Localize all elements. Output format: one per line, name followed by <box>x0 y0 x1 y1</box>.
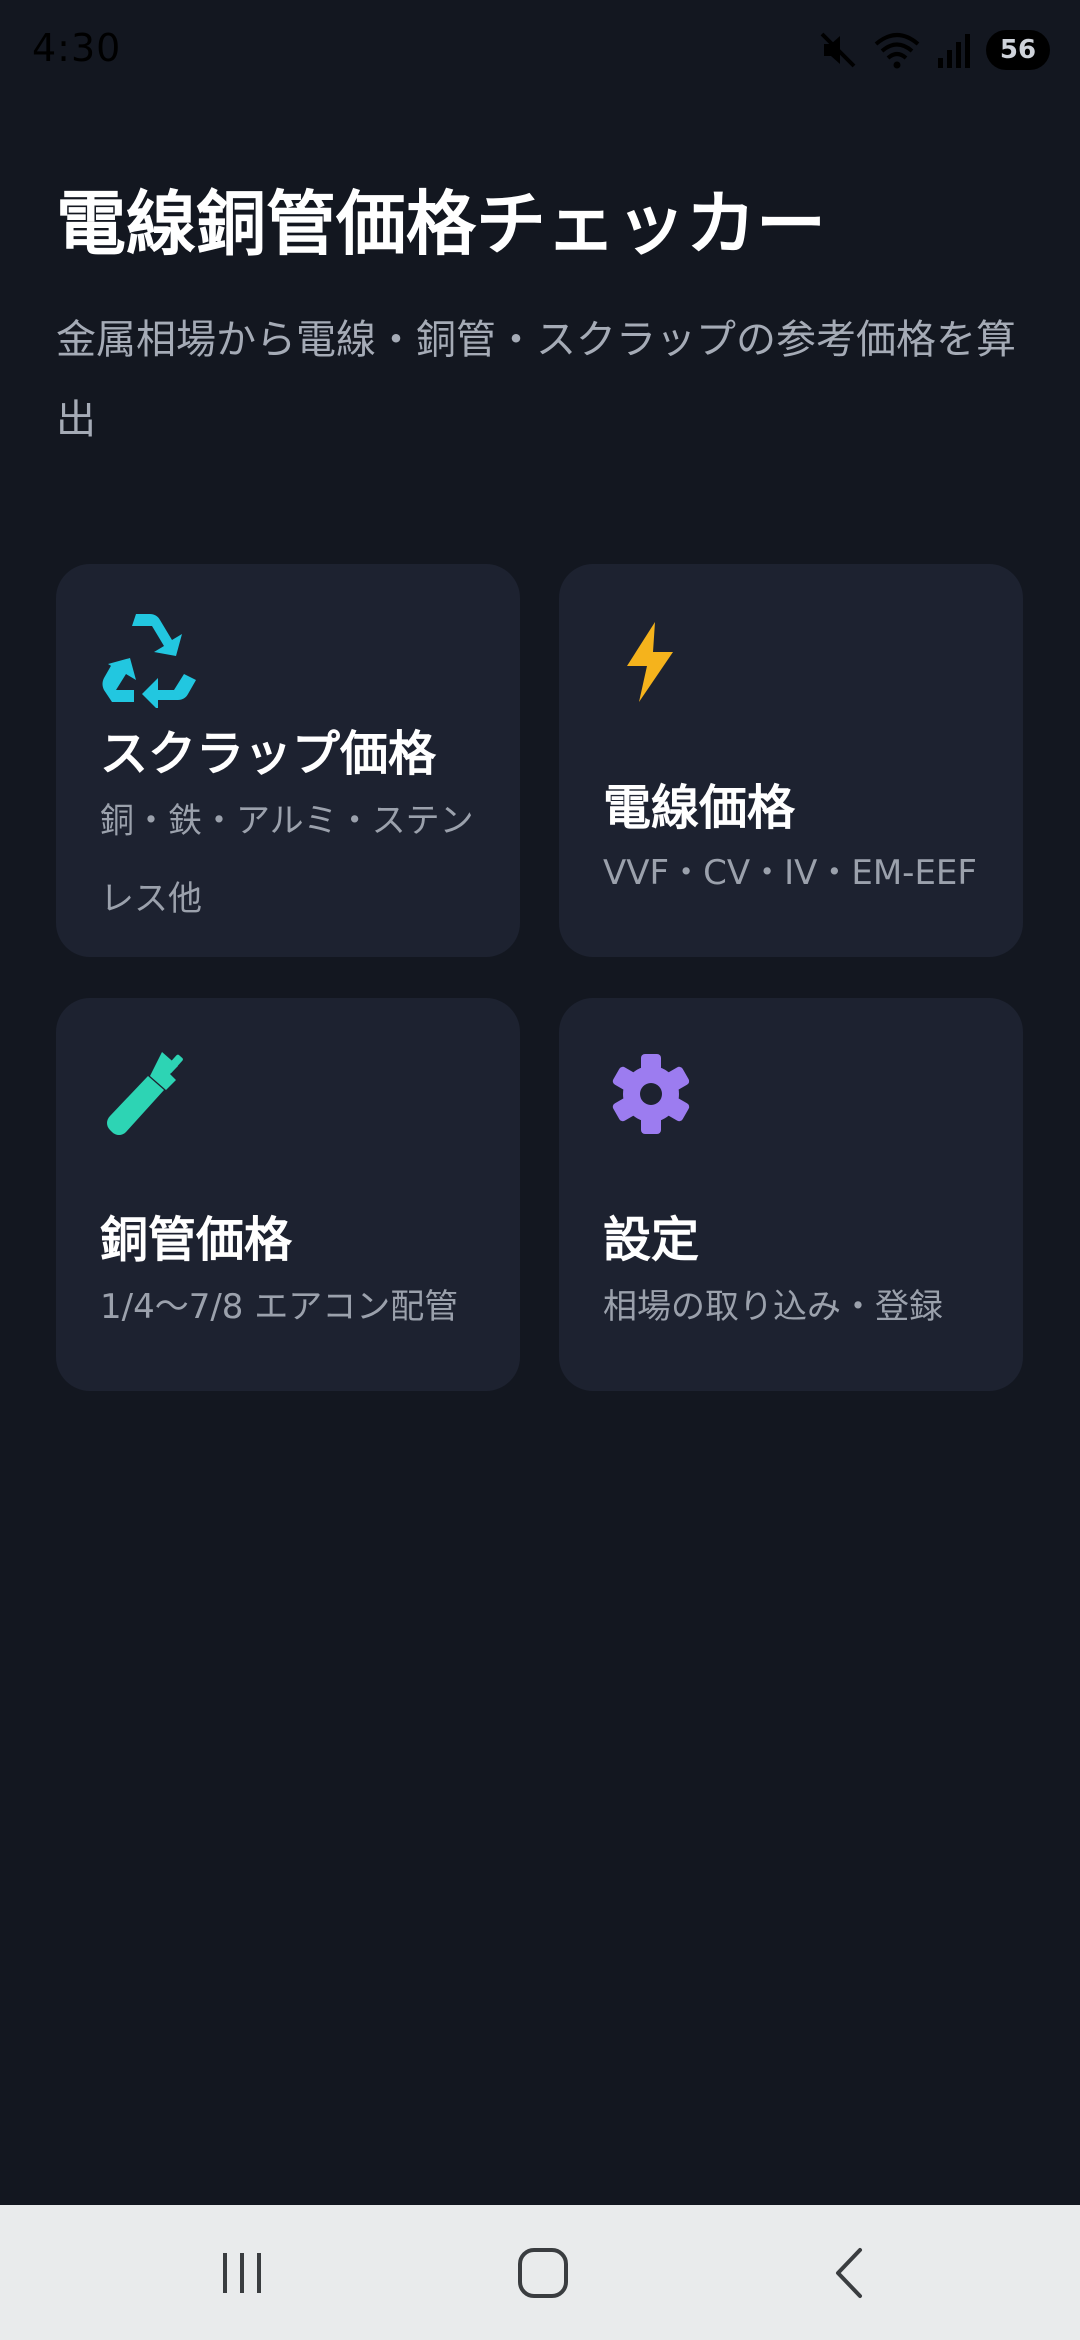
recent-apps-button[interactable] <box>182 2225 302 2320</box>
gear-icon <box>612 1054 690 1134</box>
scrap-price-title: スクラップ価格 <box>100 726 437 782</box>
scrap-price-description: 銅・鉄・アルミ・ステンレス他 <box>100 801 474 919</box>
recycle-icon <box>102 614 196 708</box>
scrap-price-card[interactable]: スクラップ価格 銅・鉄・アルミ・ステンレス他 <box>56 564 520 957</box>
settings-description: 相場の取り込み・登録 <box>603 1287 943 1327</box>
settings-card[interactable]: 設定 相場の取り込み・登録 <box>559 998 1023 1391</box>
home-icon <box>518 2247 568 2298</box>
lightning-icon <box>627 622 673 702</box>
home-button[interactable] <box>483 2225 603 2320</box>
copper-pipe-price-card[interactable]: 銅管価格 1/4〜7/8 エアコン配管 <box>56 998 520 1391</box>
back-icon <box>836 2247 862 2298</box>
battery-indicator: 56 <box>986 30 1050 70</box>
signal-icon <box>938 34 970 68</box>
back-button[interactable] <box>788 2225 908 2320</box>
wire-price-title: 電線価格 <box>603 780 796 836</box>
wire-price-description: VVF・CV・IV・EM-EEF <box>603 853 977 893</box>
status-time: 4:30 <box>32 26 122 70</box>
page-title: 電線銅管価格チェッカー <box>56 183 826 265</box>
wifi-icon <box>874 33 920 69</box>
settings-title: 設定 <box>603 1212 700 1268</box>
status-icons: 56 <box>818 28 1050 72</box>
recent-apps-icon <box>223 2252 261 2293</box>
status-bar: 4:30 56 <box>0 0 1080 100</box>
copper-pipe-price-description: 1/4〜7/8 エアコン配管 <box>100 1287 459 1327</box>
mute-icon <box>820 32 856 68</box>
wrench-icon <box>107 1052 183 1135</box>
system-nav-bar <box>0 2205 1080 2340</box>
page-subtitle: 金属相場から電線・銅管・スクラップの参考価格を算出 <box>56 317 1016 443</box>
wire-price-card[interactable]: 電線価格 VVF・CV・IV・EM-EEF <box>559 564 1023 957</box>
copper-pipe-price-title: 銅管価格 <box>100 1212 293 1268</box>
